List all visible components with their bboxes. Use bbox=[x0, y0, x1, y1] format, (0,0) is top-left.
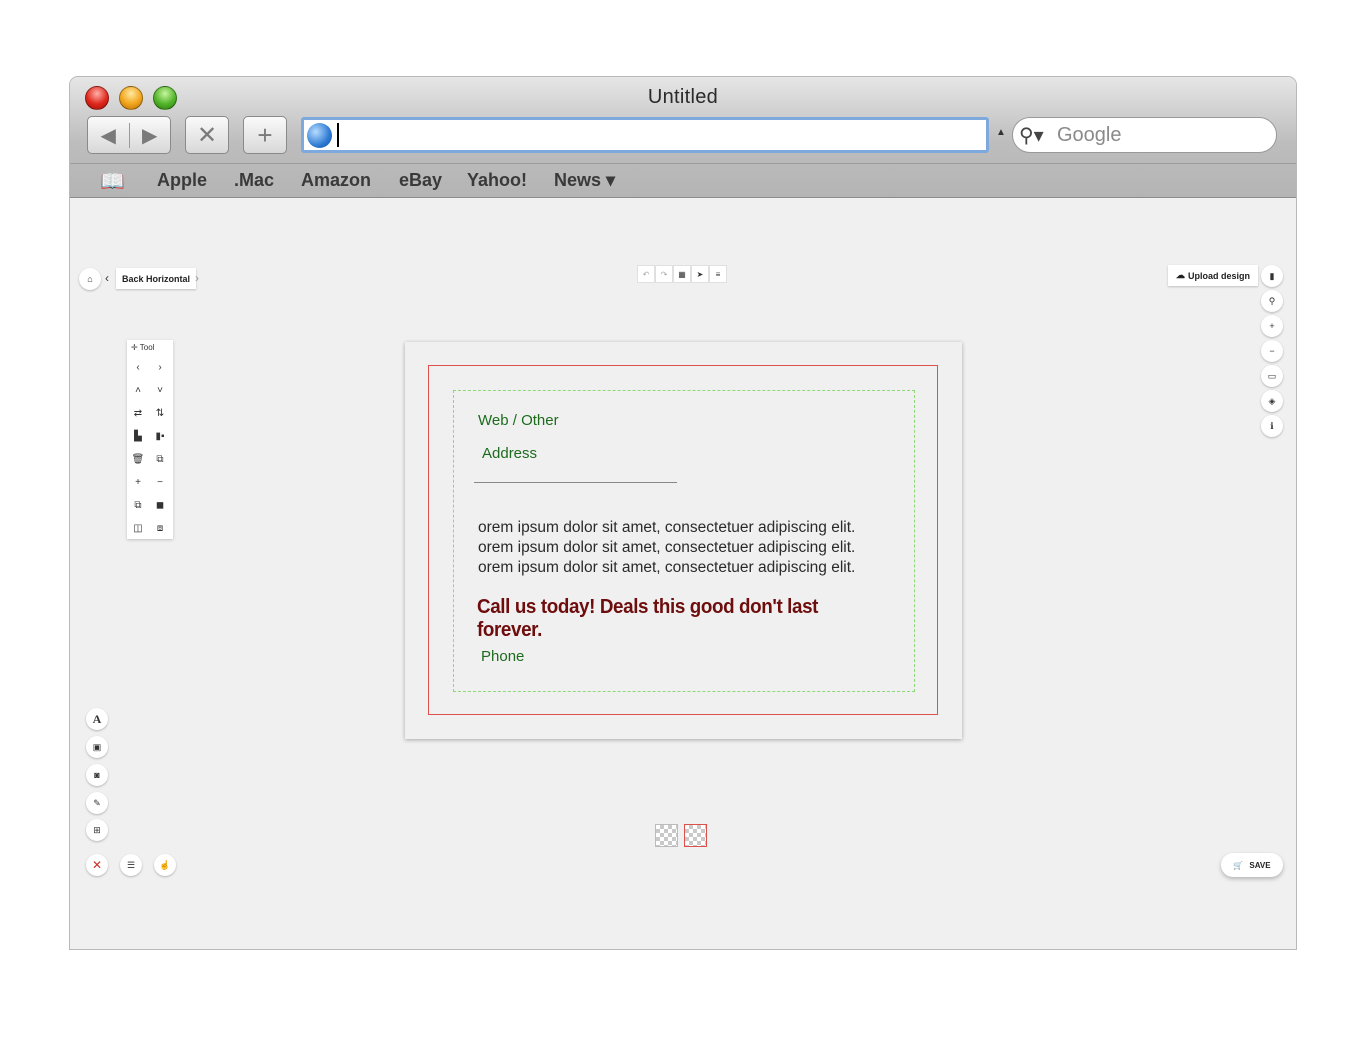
address-dropdown-icon[interactable]: ▲ bbox=[996, 127, 1006, 138]
search-icon[interactable]: ⚲▾ bbox=[1019, 123, 1057, 148]
menu-icon[interactable]: ≡ bbox=[709, 265, 727, 283]
text-icon[interactable]: A bbox=[86, 708, 108, 730]
align-bottom-icon[interactable]: ▙ bbox=[127, 425, 149, 448]
body-line: orem ipsum dolor sit amet, consectetuer … bbox=[478, 519, 856, 536]
zoom-out-icon[interactable]: − bbox=[1261, 340, 1283, 362]
camera-icon[interactable]: ◙ bbox=[86, 764, 108, 786]
bookmark-amazon[interactable]: Amazon bbox=[301, 170, 371, 191]
qr-code-icon[interactable]: ⊞ bbox=[86, 819, 108, 841]
browser-chrome: Untitled ◀ ▶ ✕ + ▲ ⚲▾ Google 📖 Apple .Ma… bbox=[70, 77, 1296, 198]
bookmark-news-menu[interactable]: News ▾ bbox=[554, 170, 615, 191]
chevron-right-icon[interactable]: › bbox=[195, 271, 199, 285]
bookmark-mac[interactable]: .Mac bbox=[234, 170, 274, 191]
body-line: orem ipsum dolor sit amet, consectetuer … bbox=[478, 539, 856, 556]
tool-panel: ✛ Tool ‹ › ˄ ˅ ⇄ ⇅ ▙ ▮▪ 🗑 ⧉ + − ⧉ ◼ ◫ ⧈ bbox=[127, 340, 173, 539]
web-text-field[interactable]: Web / Other bbox=[478, 412, 559, 429]
bring-to-front-icon[interactable]: ◼ bbox=[149, 494, 171, 517]
save-label: SAVE bbox=[1249, 860, 1271, 870]
body-line: orem ipsum dolor sit amet, consectetuer … bbox=[478, 559, 856, 576]
cart-icon: 🛒 bbox=[1233, 860, 1244, 870]
tool-panel-header[interactable]: ✛ Tool bbox=[127, 340, 173, 356]
cloud-upload-icon: ☁ bbox=[1176, 270, 1185, 280]
home-icon[interactable]: ⌂ bbox=[79, 268, 101, 290]
phone-text-field[interactable]: Phone bbox=[481, 648, 524, 665]
info-icon[interactable]: ℹ bbox=[1261, 415, 1283, 437]
search-icon[interactable]: ⚲ bbox=[1261, 290, 1283, 312]
save-button[interactable]: 🛒 SAVE bbox=[1221, 853, 1283, 877]
stop-button[interactable]: ✕ bbox=[185, 116, 229, 154]
browser-window: Untitled ◀ ▶ ✕ + ▲ ⚲▾ Google 📖 Apple .Ma… bbox=[70, 77, 1296, 949]
safe-area: Web / Other Address orem ipsum dolor sit… bbox=[453, 390, 915, 692]
design-canvas[interactable]: Web / Other Address orem ipsum dolor sit… bbox=[405, 342, 962, 739]
send-to-back-icon[interactable]: ⧈ bbox=[149, 517, 171, 540]
divider-line[interactable] bbox=[474, 482, 677, 483]
upload-label: Upload design bbox=[1188, 270, 1251, 281]
redo-icon[interactable]: ↷ bbox=[655, 265, 673, 283]
front-side-thumbnail[interactable] bbox=[655, 824, 678, 847]
back-forward-control: ◀ ▶ bbox=[87, 116, 171, 154]
preview-icon[interactable]: ▭ bbox=[1261, 365, 1283, 387]
bookmarks-bar: 📖 Apple .Mac Amazon eBay Yahoo! News ▾ bbox=[70, 163, 1296, 197]
send-backward-icon[interactable]: ◫ bbox=[127, 517, 149, 540]
move-right-icon[interactable]: › bbox=[149, 356, 171, 379]
add-bookmark-button[interactable]: + bbox=[243, 116, 287, 154]
flip-vertical-icon[interactable]: ⇅ bbox=[149, 402, 171, 425]
address-text-field[interactable]: Address bbox=[482, 445, 537, 462]
cta-text-field[interactable]: Call us today! Deals this good don't las… bbox=[477, 596, 888, 642]
undo-icon[interactable]: ↶ bbox=[637, 265, 655, 283]
tool-panel-title: Tool bbox=[139, 343, 155, 352]
bookmark-ebay[interactable]: eBay bbox=[399, 170, 442, 191]
globe-icon bbox=[307, 122, 332, 148]
copy-icon[interactable]: ⧉ bbox=[149, 448, 171, 471]
edit-toolbar: ↶ ↷ ▦ ➤ ≡ bbox=[637, 265, 727, 283]
shrink-icon[interactable]: − bbox=[149, 471, 171, 494]
search-field[interactable]: ⚲▾ Google bbox=[1012, 117, 1277, 153]
chevron-left-icon[interactable]: ‹ bbox=[105, 271, 109, 285]
bleed-line: Web / Other Address orem ipsum dolor sit… bbox=[428, 365, 938, 715]
zoom-in-icon[interactable]: + bbox=[1261, 315, 1283, 337]
search-placeholder: Google bbox=[1057, 123, 1122, 146]
brush-icon[interactable]: ✎ bbox=[86, 792, 108, 814]
grid-icon[interactable]: ▦ bbox=[673, 265, 691, 283]
layers-icon[interactable]: ☰ bbox=[120, 854, 142, 876]
move-icon: ✛ bbox=[131, 343, 138, 352]
move-down-icon[interactable]: ˅ bbox=[149, 379, 171, 402]
move-left-icon[interactable]: ‹ bbox=[127, 356, 149, 379]
bookmark-apple[interactable]: Apple bbox=[157, 170, 207, 191]
bring-forward-icon[interactable]: ⧉ bbox=[127, 494, 149, 517]
forward-button[interactable]: ▶ bbox=[130, 123, 171, 148]
flip-horizontal-icon[interactable]: ⇄ bbox=[127, 402, 149, 425]
enlarge-icon[interactable]: + bbox=[127, 471, 149, 494]
text-cursor bbox=[337, 123, 339, 147]
image-icon[interactable]: ▣ bbox=[86, 736, 108, 758]
delete-icon[interactable]: 🗑 bbox=[127, 448, 149, 471]
cube-icon[interactable]: ◈ bbox=[1261, 390, 1283, 412]
pointer-icon[interactable]: ➤ bbox=[691, 265, 709, 283]
bookmark-yahoo[interactable]: Yahoo! bbox=[467, 170, 527, 191]
breadcrumb-current[interactable]: Back Horizontal bbox=[116, 268, 197, 289]
back-side-thumbnail[interactable] bbox=[684, 824, 707, 847]
address-field[interactable] bbox=[301, 117, 989, 153]
back-button[interactable]: ◀ bbox=[88, 122, 130, 148]
align-left-icon[interactable]: ▮▪ bbox=[149, 425, 171, 448]
book-icon[interactable]: ▮ bbox=[1261, 265, 1283, 287]
upload-design-button[interactable]: ☁ Upload design bbox=[1168, 265, 1259, 286]
bookmarks-book-icon[interactable]: 📖 bbox=[100, 169, 125, 194]
hand-pointer-icon[interactable]: ☝ bbox=[154, 854, 176, 876]
move-up-icon[interactable]: ˄ bbox=[127, 379, 149, 402]
close-icon[interactable]: ✕ bbox=[86, 854, 108, 876]
body-text-block[interactable]: orem ipsum dolor sit amet, consectetuer … bbox=[478, 518, 855, 578]
window-title: Untitled bbox=[647, 86, 719, 108]
